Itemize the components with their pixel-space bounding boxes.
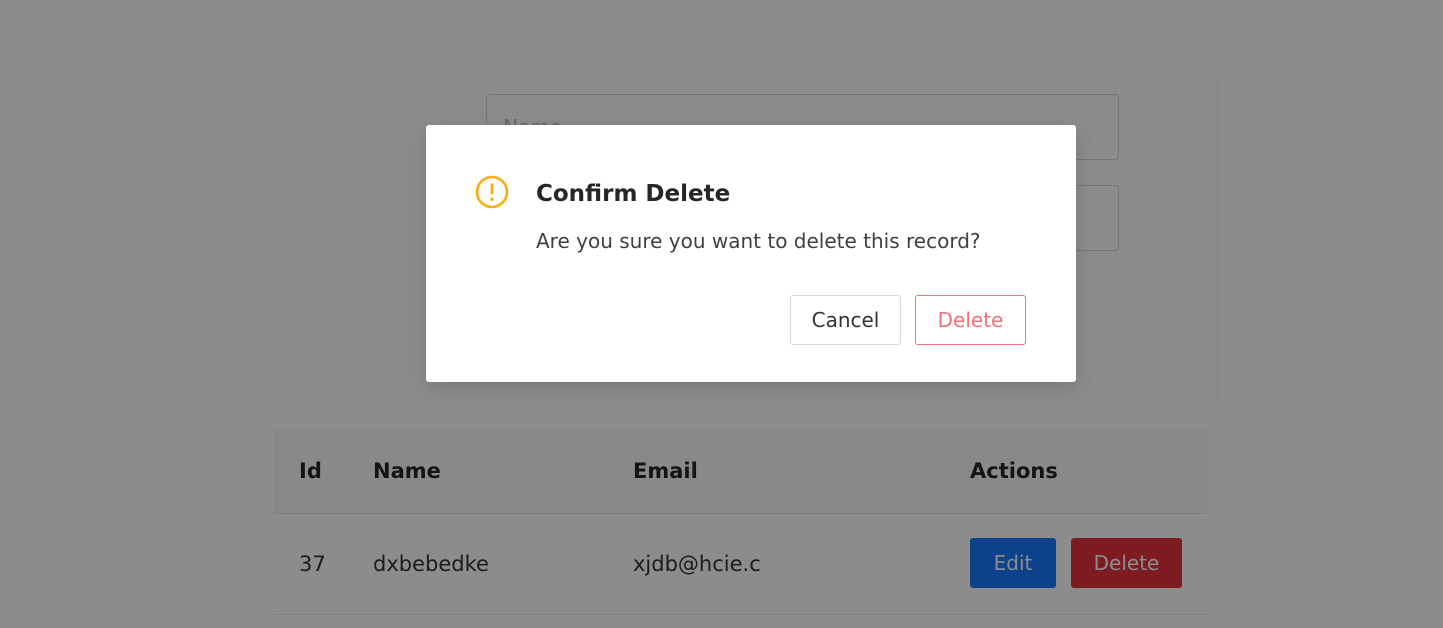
confirm-delete-dialog: Confirm Delete Are you sure you want to …	[426, 125, 1076, 382]
dialog-title: Confirm Delete	[536, 181, 731, 207]
cancel-button[interactable]: Cancel	[790, 295, 901, 345]
exclamation-circle-icon	[475, 175, 509, 209]
page: Id Name Email Actions 37 dxbebedke xjdb@…	[0, 0, 1443, 628]
dialog-message: Are you sure you want to delete this rec…	[536, 229, 981, 253]
confirm-delete-button[interactable]: Delete	[915, 295, 1026, 345]
